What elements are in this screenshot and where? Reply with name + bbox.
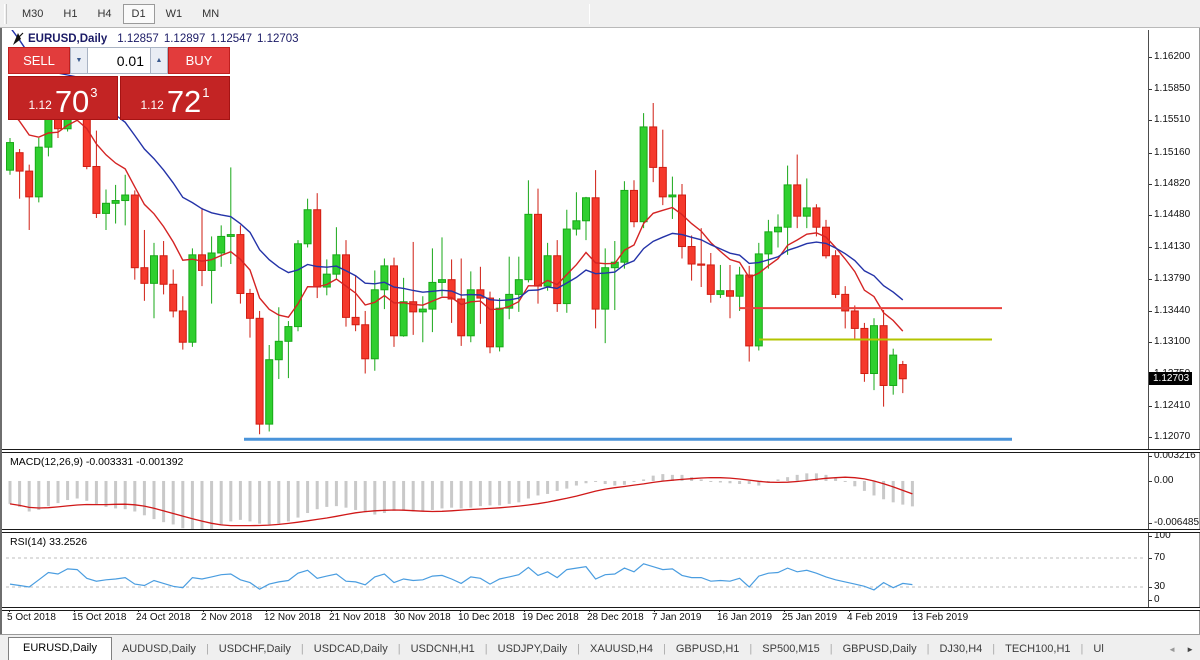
timeframe-button-mn[interactable]: MN [193, 4, 228, 24]
price-axis-line [1148, 30, 1149, 609]
bar-low-value: 1.12547 [210, 33, 252, 45]
bar-open-value: 1.12857 [117, 33, 159, 45]
tab-scroll-left-icon[interactable]: ◄ [1168, 645, 1176, 654]
sell-button[interactable]: SELL [8, 47, 70, 74]
date-tick-label: 15 Oct 2018 [72, 612, 127, 623]
bar-high-value: 1.12897 [163, 33, 206, 45]
tab-usdjpy-daily[interactable]: USDJPY,Daily [488, 639, 578, 660]
chevron-down-icon: ▼ [75, 57, 83, 64]
tab-sp500-m15[interactable]: SP500,M15 [752, 639, 829, 660]
date-tick-label: 16 Jan 2019 [717, 612, 773, 623]
date-tick-label: 12 Nov 2018 [264, 612, 321, 623]
sell-price-prefix: 1.12 [28, 98, 52, 112]
timeframe-toolbar: M30 H1 H4 D1 W1 MN [0, 0, 1200, 28]
timeframe-button-m30[interactable]: M30 [13, 4, 52, 24]
buy-price-digits: 72 [166, 84, 202, 119]
cursor-arrow-icon [13, 32, 24, 45]
price-tick-label: 1.15510 [1154, 114, 1191, 126]
timeframe-button-h4[interactable]: H4 [88, 4, 120, 24]
price-tick-label: 1.14130 [1154, 241, 1191, 253]
macd-values: -0.003331 -0.001392 [85, 456, 184, 468]
tab-audusd-daily[interactable]: AUDUSD,Daily [112, 639, 206, 660]
volume-input[interactable] [88, 47, 150, 74]
date-tick-label: 4 Feb 2019 [847, 612, 898, 623]
volume-decrease-button[interactable]: ▼ [70, 47, 88, 74]
price-tick-label: 1.12410 [1154, 399, 1191, 411]
price-tick-label: 1.16200 [1154, 51, 1191, 62]
price-tick-label: 1.13100 [1154, 336, 1191, 348]
sell-price-digits: 70 [54, 84, 90, 119]
one-click-trading-widget: SELL ▼ ▲ BUY 1.12 70 3 1.12 72 1 [8, 47, 230, 120]
current-price-tag: 1.12703 [1149, 371, 1193, 385]
price-tick-label: 1.12070 [1154, 431, 1191, 442]
buy-price-prefix: 1.12 [140, 98, 164, 112]
date-tick-label: 2 Nov 2018 [201, 612, 253, 623]
price-tick-label: 1.14820 [1154, 177, 1191, 189]
macd-tick-label: 0.00 [1154, 474, 1174, 486]
price-tick-label: 1.15850 [1154, 83, 1191, 95]
tab-xauusd-h4[interactable]: XAUUSD,H4 [580, 639, 663, 660]
date-tick-label: 7 Jan 2019 [652, 612, 702, 623]
date-tick-label: 10 Dec 2018 [458, 612, 515, 623]
date-tick-label: 19 Dec 2018 [522, 612, 579, 623]
date-tick-label: 25 Jan 2019 [782, 612, 838, 623]
price-tick-label: 1.13790 [1154, 272, 1191, 284]
rsi-panel-chart[interactable] [2, 533, 1148, 607]
tab-ul[interactable]: Ul [1083, 639, 1113, 660]
price-tick-label: 1.13440 [1154, 304, 1191, 316]
price-tick-label: 1.15160 [1154, 146, 1191, 158]
tab-scroll-arrows: ◄ ► [1168, 645, 1200, 660]
tab-usdcnh-h1[interactable]: USDCNH,H1 [401, 639, 485, 660]
chart-title: EURUSD,Daily 1.12857 1.12897 1.12547 1.1… [10, 32, 304, 46]
rsi-splitter[interactable] [2, 529, 1200, 533]
tab-dj30-h4[interactable]: DJ30,H4 [929, 639, 992, 660]
symbol-period-label: EURUSD,Daily [28, 33, 108, 45]
date-tick-label: 21 Nov 2018 [329, 612, 386, 623]
rsi-label: RSI(14) 33.2526 [10, 536, 88, 548]
tab-tech100-h1[interactable]: TECH100,H1 [995, 639, 1080, 660]
tab-gbpusd-h1[interactable]: GBPUSD,H1 [666, 639, 750, 660]
buy-price-box[interactable]: 1.12 72 1 [120, 76, 230, 120]
timeframe-buttons: M30 H1 H4 D1 W1 MN [12, 3, 229, 24]
rsi-tick-label: 30 [1154, 581, 1166, 592]
timeframe-button-d1[interactable]: D1 [122, 3, 155, 24]
macd-splitter[interactable] [2, 449, 1200, 453]
macd-tick-label: -0.006485 [1154, 517, 1200, 528]
sell-price-box[interactable]: 1.12 70 3 [8, 76, 118, 120]
timeframe-button-w1[interactable]: W1 [157, 4, 192, 24]
bar-close-value: 1.12703 [256, 33, 299, 45]
macd-label: MACD(12,26,9) -0.003331 -0.001392 [10, 456, 184, 468]
date-tick-label: 5 Oct 2018 [7, 612, 56, 623]
date-tick-label: 24 Oct 2018 [136, 612, 191, 623]
price-tick-label: 1.14480 [1154, 209, 1191, 221]
tab-eurusd-daily[interactable]: EURUSD,Daily [8, 637, 112, 660]
toolbar-separator [589, 3, 591, 24]
chart-window[interactable]: EURUSD,Daily 1.12857 1.12897 1.12547 1.1… [0, 28, 1200, 634]
date-tick-label: 28 Dec 2018 [587, 612, 644, 623]
sell-price-pip: 3 [90, 85, 98, 100]
chart-tab-bar: EURUSD,Daily AUDUSD,Daily | USDCHF,Daily | US… [0, 634, 1200, 660]
tab-items: EURUSD,Daily AUDUSD,Daily | USDCHF,Daily | US… [0, 637, 1114, 660]
volume-increase-button[interactable]: ▲ [150, 47, 168, 74]
date-axis-border [2, 607, 1200, 611]
rsi-tick-label: 0 [1154, 594, 1160, 605]
tab-gbpusd-daily[interactable]: GBPUSD,Daily [833, 639, 927, 660]
rsi-value: 33.2526 [49, 536, 88, 548]
chevron-up-icon: ▲ [155, 57, 163, 64]
buy-price-pip: 1 [202, 85, 210, 100]
date-tick-label: 30 Nov 2018 [394, 612, 451, 623]
date-tick-label: 13 Feb 2019 [912, 612, 969, 623]
toolbar-grip[interactable] [4, 3, 7, 24]
tab-scroll-right-icon[interactable]: ► [1186, 645, 1194, 654]
tab-usdcad-daily[interactable]: USDCAD,Daily [304, 639, 398, 660]
tab-usdchf-daily[interactable]: USDCHF,Daily [209, 639, 301, 660]
buy-button[interactable]: BUY [168, 47, 230, 74]
rsi-tick-label: 70 [1154, 552, 1166, 563]
timeframe-button-h1[interactable]: H1 [54, 4, 86, 24]
